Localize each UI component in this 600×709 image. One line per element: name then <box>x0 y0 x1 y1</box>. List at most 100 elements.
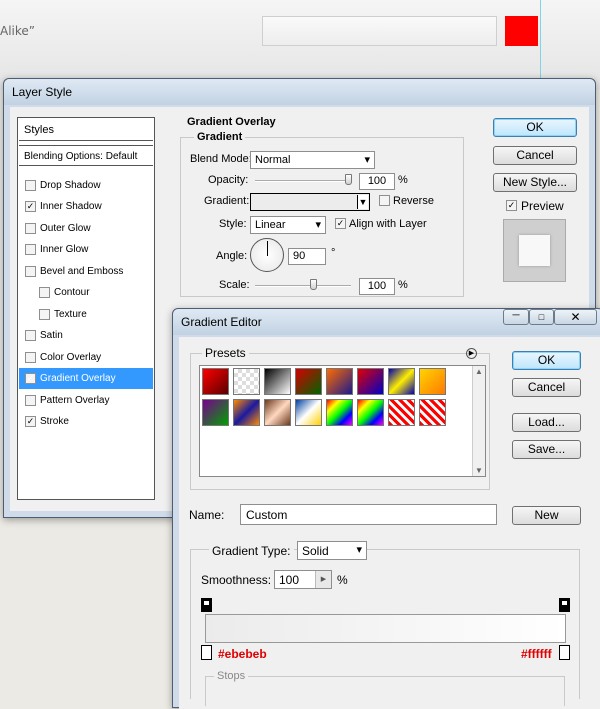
styles-item[interactable]: Satin <box>19 325 153 346</box>
new-button[interactable]: New <box>512 506 581 525</box>
styles-item-label: Pattern Overlay <box>40 395 110 406</box>
preset-swatch[interactable] <box>419 399 446 426</box>
opacity-stop-left[interactable] <box>201 598 212 612</box>
styles-item-label: Color Overlay <box>40 352 102 363</box>
gradient-bar[interactable] <box>205 614 566 643</box>
presets-menu-icon[interactable]: ▶ <box>466 348 477 359</box>
styles-item-checkbox[interactable] <box>25 223 36 234</box>
scale-input[interactable]: 100 <box>359 278 395 295</box>
background-guide-line <box>540 0 541 90</box>
styles-item[interactable]: ✓ Inner Shadow <box>19 196 153 217</box>
styles-item-label: Texture <box>54 309 87 320</box>
styles-item[interactable]: ✓ Stroke <box>19 411 153 432</box>
preset-swatch[interactable] <box>233 368 260 395</box>
styles-item-checkbox[interactable] <box>39 309 50 320</box>
load-button[interactable]: Load... <box>512 413 581 432</box>
align-with-layer-checkbox[interactable]: ✓ <box>335 218 346 229</box>
preview-label: Preview <box>521 199 564 213</box>
styles-item-checkbox[interactable] <box>25 395 36 406</box>
preset-swatch[interactable] <box>357 399 384 426</box>
align-with-layer-label: Align with Layer <box>349 218 427 230</box>
styles-item[interactable]: Texture <box>19 304 153 325</box>
styles-item-checkbox[interactable] <box>25 244 36 255</box>
opacity-slider-thumb[interactable] <box>345 174 352 185</box>
styles-item-label: Inner Shadow <box>40 201 102 212</box>
smoothness-stepper[interactable]: ▶ <box>315 571 331 588</box>
new-style-button[interactable]: New Style... <box>493 173 577 192</box>
layer-style-cancel-button[interactable]: Cancel <box>493 146 577 165</box>
layer-style-title: Layer Style <box>4 79 595 105</box>
preset-swatch[interactable] <box>295 399 322 426</box>
styles-item[interactable]: Contour <box>19 282 153 303</box>
styles-item[interactable]: ✓ Gradient Overlay <box>19 368 153 389</box>
preview-thumbnail <box>503 219 566 282</box>
styles-item-checkbox[interactable] <box>39 287 50 298</box>
styles-item[interactable]: Outer Glow <box>19 218 153 239</box>
preset-swatch[interactable] <box>326 368 353 395</box>
gradient-ok-button[interactable]: OK <box>512 351 581 370</box>
preset-swatch[interactable] <box>264 399 291 426</box>
scale-unit: % <box>398 279 408 291</box>
styles-item[interactable]: Inner Glow <box>19 239 153 260</box>
save-button[interactable]: Save... <box>512 440 581 459</box>
gradient-picker[interactable] <box>250 193 370 211</box>
scale-slider[interactable] <box>255 285 351 287</box>
opacity-input[interactable]: 100 <box>359 173 395 190</box>
reverse-checkbox[interactable] <box>379 195 390 206</box>
style-label: Style: <box>219 218 247 230</box>
preset-swatch[interactable] <box>233 399 260 426</box>
styles-item[interactable]: Drop Shadow <box>19 175 153 196</box>
styles-item-checkbox[interactable] <box>25 352 36 363</box>
preset-swatch[interactable] <box>326 399 353 426</box>
presets-scrollbar[interactable]: ▲ ▼ <box>472 366 485 476</box>
angle-input[interactable]: 90 <box>288 248 326 265</box>
left-stop-color-label: #ebebeb <box>218 647 267 661</box>
minimize-button[interactable]: ─ <box>503 309 529 325</box>
opacity-slider[interactable] <box>255 180 351 182</box>
gradient-picker-arrow[interactable]: ▼ <box>357 195 368 209</box>
angle-dial[interactable] <box>250 238 284 272</box>
name-input[interactable]: Custom <box>240 504 497 525</box>
styles-item[interactable]: Bevel and Emboss <box>19 261 153 282</box>
color-stop-right[interactable] <box>559 645 570 660</box>
preset-swatch[interactable] <box>264 368 291 395</box>
style-select[interactable]: Linear <box>250 216 326 234</box>
preset-swatch[interactable] <box>202 399 229 426</box>
preset-swatch[interactable] <box>419 368 446 395</box>
styles-item-checkbox[interactable] <box>25 180 36 191</box>
styles-header[interactable]: Styles <box>19 120 153 141</box>
preset-swatch[interactable] <box>388 368 415 395</box>
name-label: Name: <box>189 508 225 522</box>
preset-swatch[interactable] <box>357 368 384 395</box>
color-stop-left[interactable] <box>201 645 212 660</box>
styles-item[interactable]: Pattern Overlay <box>19 390 153 411</box>
preset-swatch[interactable] <box>388 399 415 426</box>
reverse-label: Reverse <box>393 195 434 207</box>
styles-item-checkbox[interactable] <box>25 266 36 277</box>
angle-dial-needle <box>267 241 268 256</box>
styles-item[interactable]: Color Overlay <box>19 347 153 368</box>
close-icon[interactable]: ✕ <box>554 309 597 325</box>
gradient-label: Gradient: <box>204 195 250 207</box>
angle-label: Angle: <box>216 250 248 262</box>
preview-checkbox[interactable]: ✓ <box>506 200 517 211</box>
maximize-button[interactable]: □ <box>529 309 554 325</box>
styles-item-checkbox[interactable] <box>25 330 36 341</box>
blending-options[interactable]: Blending Options: Default <box>19 145 153 166</box>
scroll-up-icon[interactable]: ▲ <box>475 367 483 376</box>
blend-mode-select[interactable]: Normal <box>250 151 375 169</box>
styles-item-label: Inner Glow <box>40 244 89 255</box>
styles-item-checkbox[interactable]: ✓ <box>25 416 36 427</box>
styles-item-label: Stroke <box>40 416 69 427</box>
preset-swatch[interactable] <box>202 368 229 395</box>
gradient-cancel-button[interactable]: Cancel <box>512 378 581 397</box>
styles-item-checkbox[interactable]: ✓ <box>25 373 36 384</box>
scale-slider-thumb[interactable] <box>310 279 317 290</box>
preset-swatch[interactable] <box>295 368 322 395</box>
layer-style-ok-button[interactable]: OK <box>493 118 577 137</box>
gradient-type-select[interactable]: Solid <box>297 541 367 560</box>
opacity-stop-right[interactable] <box>559 598 570 612</box>
styles-item-checkbox[interactable]: ✓ <box>25 201 36 212</box>
background-red-swatch <box>505 16 538 46</box>
scroll-down-icon[interactable]: ▼ <box>475 466 483 475</box>
